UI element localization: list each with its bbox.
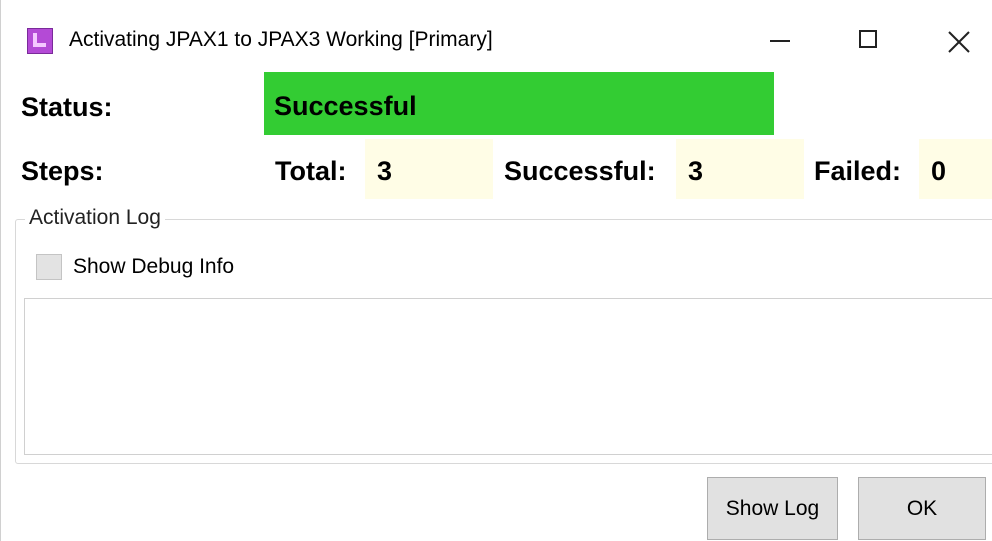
total-label: Total: — [275, 156, 347, 186]
steps-label: Steps: — [21, 156, 104, 186]
successful-label: Successful: — [504, 156, 656, 186]
show-debug-label[interactable]: Show Debug Info — [73, 255, 234, 279]
status-badge: Successful — [264, 72, 774, 135]
status-label: Status: — [21, 92, 113, 122]
show-log-button[interactable]: Show Log — [707, 477, 838, 540]
close-button[interactable] — [914, 14, 992, 70]
activation-log-textarea[interactable] — [24, 298, 992, 455]
successful-count-box: 3 — [676, 139, 804, 199]
activation-dialog: Activating JPAX1 to JPAX3 Working [Prima… — [0, 0, 992, 541]
failed-count-box: 0 — [919, 139, 992, 199]
title-bar[interactable]: Activating JPAX1 to JPAX3 Working [Prima… — [1, 0, 992, 78]
window-title: Activating JPAX1 to JPAX3 Working [Prima… — [69, 28, 493, 51]
activation-log-title: Activation Log — [25, 206, 165, 230]
close-icon — [948, 31, 970, 53]
minimize-button[interactable] — [734, 14, 824, 70]
total-count: 3 — [377, 156, 393, 186]
show-debug-checkbox[interactable] — [36, 254, 62, 280]
successful-count: 3 — [688, 156, 704, 186]
app-icon — [27, 28, 53, 54]
maximize-button[interactable] — [824, 14, 914, 70]
total-count-box: 3 — [365, 139, 493, 199]
status-value: Successful — [274, 91, 417, 121]
failed-label: Failed: — [814, 156, 902, 186]
ok-button[interactable]: OK — [858, 477, 986, 540]
failed-count: 0 — [931, 156, 947, 186]
